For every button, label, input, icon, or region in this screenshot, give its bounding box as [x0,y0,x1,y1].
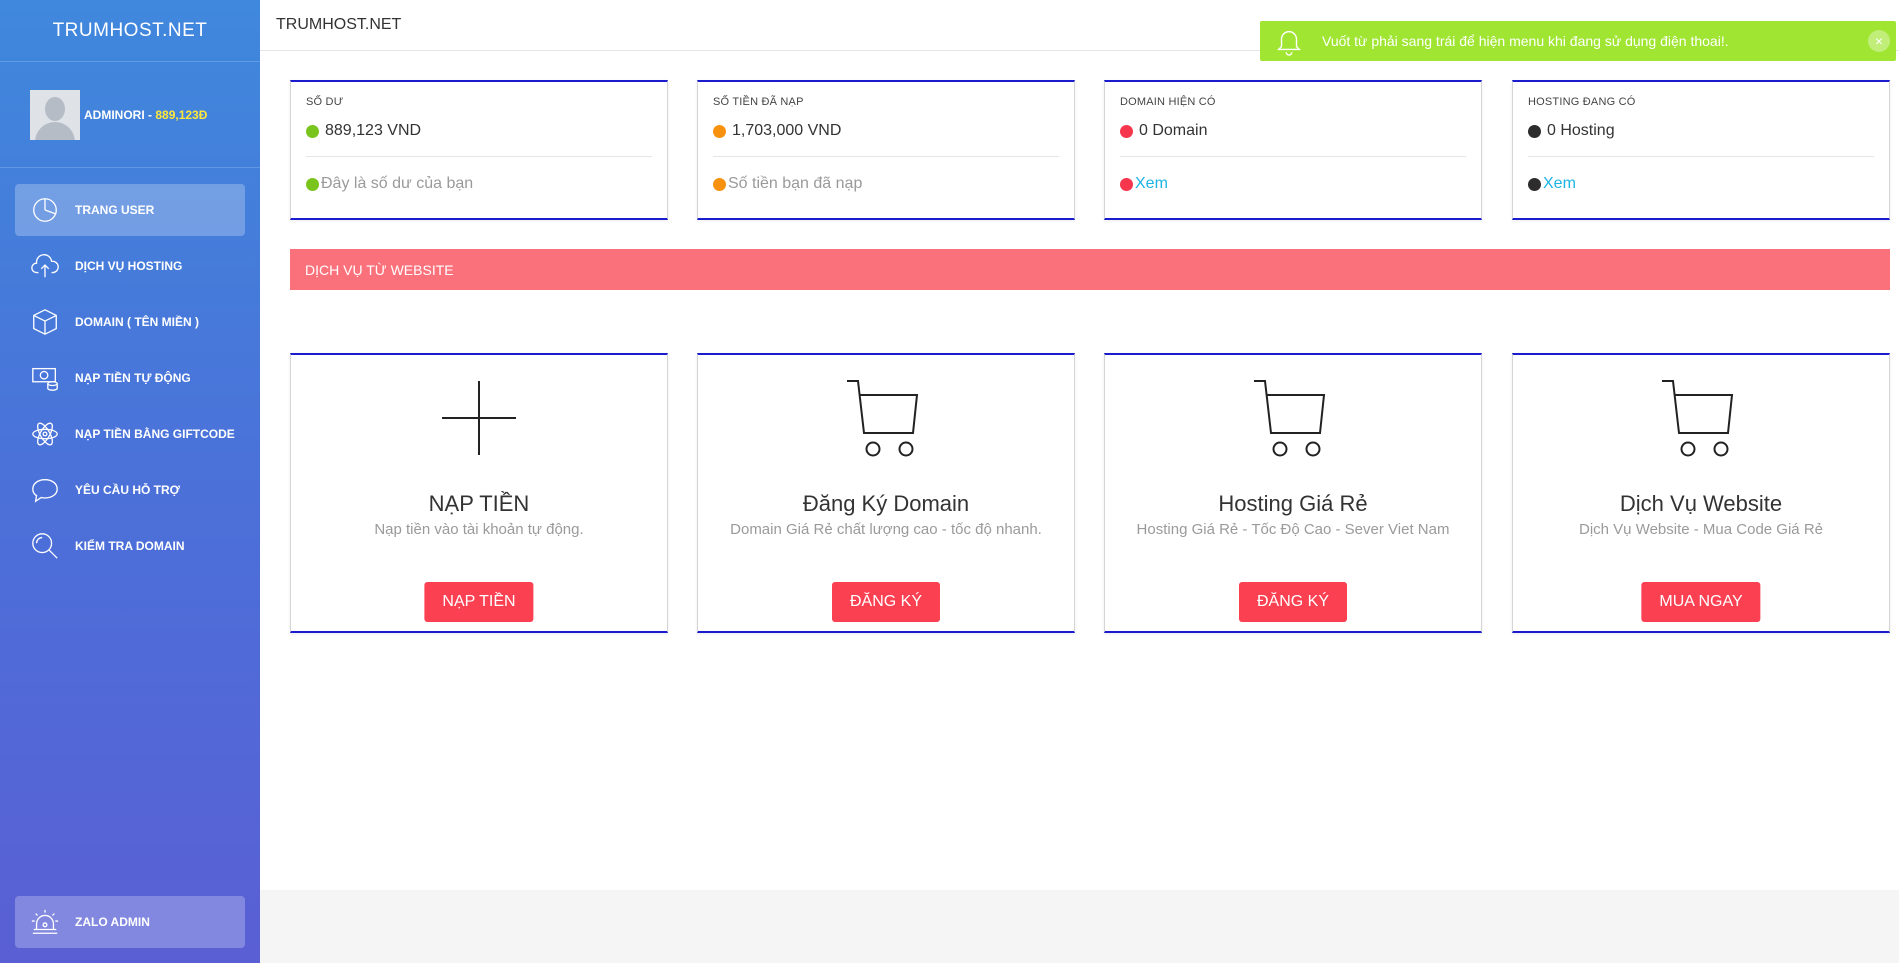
chat-bubble-icon [29,474,61,506]
plus-icon [434,373,524,463]
stat-footer: Xem [1120,175,1466,193]
pie-chart-icon [29,194,61,226]
user-name-label: ADMINORI - [84,107,152,122]
status-dot [713,177,726,191]
stat-card-hosting: HOSTING ĐANG CÓ 0 Hosting Xem [1512,80,1890,220]
zalo-admin-label: ZALO ADMIN [75,915,150,929]
service-title: Hosting Giá Rẻ [1218,491,1368,516]
user-balance: 889,123Đ [155,107,208,122]
service-desc: Dịch Vụ Website - Mua Code Giá Rẻ [1579,521,1823,538]
sidebar-item-hosting[interactable]: DỊCH VỤ HOSTING [15,240,245,292]
nap-tien-button[interactable]: NẠP TIỀN [424,582,534,622]
status-dot [1528,177,1541,191]
avatar [30,89,80,140]
cloud-upload-icon [29,250,61,282]
sidebar-item-check-domain[interactable]: KIỂM TRA DOMAIN [15,520,245,572]
service-title: Đăng Ký Domain [802,491,970,516]
stats-row: SỐ DƯ 889,123 VND Đây là số dư của bạn S… [290,80,1890,220]
stat-card-domains: DOMAIN HIỆN CÓ 0 Domain Xem [1104,80,1482,220]
search-icon [29,530,61,562]
stat-card-deposited: SỐ TIỀN ĐÃ NẠP 1,703,000 VND Số tiền bạn… [697,80,1075,220]
service-desc: Domain Giá Rẻ chất lượng cao - tốc độ nh… [730,521,1042,538]
services-row: NẠP TIỀN Nạp tiền vào tài khoản tự động.… [290,353,1890,633]
stat-card-balance: SỐ DƯ 889,123 VND Đây là số dư của bạn [290,80,668,220]
status-dot [306,177,319,191]
sidebar-item-giftcode[interactable]: NẠP TIỀN BẰNG GIFTCODE [15,408,245,460]
status-dot [1120,177,1133,191]
cart-icon [841,373,931,463]
sidebar: TRUMHOST.NET ADMINORI - 889,123Đ TRANG U… [0,0,260,963]
stat-title: SỐ DƯ [306,96,344,108]
cart-icon [1656,373,1746,463]
zalo-admin-button[interactable]: ZALO ADMIN [15,896,245,948]
view-domains-link[interactable]: Xem [1135,175,1168,193]
service-card-domain: Đăng Ký Domain Domain Giá Rẻ chất lượng … [697,353,1075,633]
notification-text: Vuốt từ phải sang trái để hiện menu khi … [1322,33,1729,49]
section-banner: DỊCH VỤ TỪ WEBSITE [290,249,1890,290]
service-title: NẠP TIỀN [428,491,530,516]
notification-toast: Vuốt từ phải sang trái để hiện menu khi … [1260,21,1896,61]
stat-footer: Số tiền bạn đã nạp [713,175,1059,193]
sidebar-item-label: TRANG USER [75,203,155,217]
status-dot [713,124,726,138]
register-domain-button[interactable]: ĐĂNG KÝ [831,582,941,622]
user-info: ADMINORI - 889,123Đ [0,62,260,168]
stat-footer-text: Số tiền bạn đã nạp [728,175,863,192]
service-desc: Hosting Giá Rẻ - Tốc Độ Cao - Sever Viet… [1136,521,1450,538]
stat-value: 1,703,000 VND [713,122,1059,140]
close-icon[interactable]: × [1868,30,1890,52]
stat-value: 0 Domain [1120,122,1466,140]
stat-footer: Đây là số dư của bạn [306,175,652,193]
stat-title: DOMAIN HIỆN CÓ [1120,96,1216,108]
stat-value: 0 Hosting [1528,122,1874,140]
banner-title: DỊCH VỤ TỪ WEBSITE [305,261,454,278]
alarm-icon [29,906,61,938]
stat-value-text: 889,123 VND [325,122,422,139]
service-card-nap-tien: NẠP TIỀN Nạp tiền vào tài khoản tự động.… [290,353,668,633]
service-card-hosting: Hosting Giá Rẻ Hosting Giá Rẻ - Tốc Độ C… [1104,353,1482,633]
status-dot [306,124,319,138]
service-title: Dịch Vụ Website [1619,491,1783,516]
view-hosting-link[interactable]: Xem [1543,175,1576,193]
sidebar-item-domain[interactable]: DOMAIN ( TÊN MIỀN ) [15,296,245,348]
status-dot [1120,124,1133,138]
status-dot [1528,124,1541,138]
sidebar-brand[interactable]: TRUMHOST.NET [0,0,260,62]
sidebar-menu: TRANG USER DỊCH VỤ HOSTING DOMAIN ( TÊN … [0,168,260,572]
money-icon [29,362,61,394]
sidebar-item-trang-user[interactable]: TRANG USER [15,184,245,236]
bell-icon [1268,21,1310,61]
sidebar-item-support[interactable]: YÊU CẦU HỖ TRỢ [15,464,245,516]
stat-title: SỐ TIỀN ĐÃ NẠP [713,96,804,108]
sidebar-item-label: NẠP TIỀN TỰ ĐỘNG [75,371,191,385]
stat-value-text: 1,703,000 VND [732,122,842,139]
service-card-website: Dịch Vụ Website Dịch Vụ Website - Mua Co… [1512,353,1890,633]
atom-icon [29,418,61,450]
stat-footer-text: Đây là số dư của bạn [321,175,474,192]
footer [260,890,1899,963]
service-desc: Nạp tiền vào tài khoản tự động. [374,521,584,538]
sidebar-item-nap-tien[interactable]: NẠP TIỀN TỰ ĐỘNG [15,352,245,404]
main-content: TRUMHOST.NET Vuốt từ phải sang trái để h… [260,0,1899,963]
sidebar-item-label: NẠP TIỀN BẰNG GIFTCODE [75,427,235,441]
sidebar-item-label: KIỂM TRA DOMAIN [75,539,185,553]
sidebar-item-label: YÊU CẦU HỖ TRỢ [75,483,180,497]
stat-footer: Xem [1528,175,1874,193]
stat-value: 889,123 VND [306,122,652,140]
register-hosting-button[interactable]: ĐĂNG KÝ [1238,582,1348,622]
stat-title: HOSTING ĐANG CÓ [1528,96,1636,108]
stat-value-text: 0 Hosting [1547,122,1615,139]
user-name: ADMINORI - 889,123Đ [84,108,207,122]
sidebar-item-label: DỊCH VỤ HOSTING [75,259,183,273]
sidebar-item-label: DOMAIN ( TÊN MIỀN ) [75,315,199,329]
buy-now-button[interactable]: MUA NGAY [1641,582,1761,622]
cart-icon [1248,373,1338,463]
page-title: TRUMHOST.NET [276,16,402,33]
stat-value-text: 0 Domain [1139,122,1208,139]
box-icon [29,306,61,338]
